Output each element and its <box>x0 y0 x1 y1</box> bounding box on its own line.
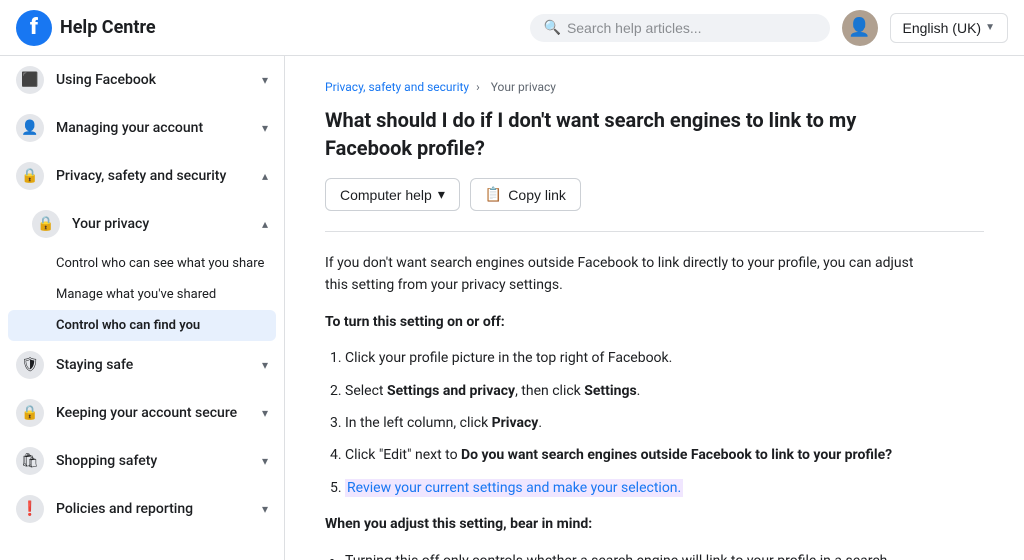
sidebar-label: Using Facebook <box>56 72 156 88</box>
list-item: Select Settings and privacy, then click … <box>345 380 925 402</box>
sidebar-item-privacy-safety[interactable]: 🔒 Privacy, safety and security ▴ <box>0 152 284 200</box>
sidebar-label: Managing your account <box>56 120 203 136</box>
chevron-right-icon: ▾ <box>262 454 268 468</box>
chevron-up-icon: ▴ <box>262 169 268 183</box>
breadcrumb-link-1[interactable]: Privacy, safety and security <box>325 80 469 94</box>
sidebar-label: Your privacy <box>72 216 149 232</box>
site-title: Help Centre <box>60 17 156 38</box>
shopping-safety-icon: 🛍 <box>16 447 44 475</box>
sidebar-item-shopping-safety[interactable]: 🛍 Shopping safety ▾ <box>0 437 284 485</box>
chevron-down-icon: ▼ <box>985 22 995 33</box>
layout: ⬛ Using Facebook ▾ 👤 Managing your accou… <box>0 56 1024 560</box>
sidebar-item-managing-account[interactable]: 👤 Managing your account ▾ <box>0 104 284 152</box>
sidebar-item-control-find[interactable]: Control who can find you <box>8 310 276 341</box>
main-content: Privacy, safety and security › Your priv… <box>285 56 1024 560</box>
content-body: If you don't want search engines outside… <box>325 252 925 560</box>
sidebar-item-staying-safe[interactable]: 🛡 Staying safe ▾ <box>0 341 284 389</box>
page-title: What should I do if I don't want search … <box>325 106 905 162</box>
staying-safe-icon: 🛡 <box>16 351 44 379</box>
action-bar: Computer help ▾ 📋 Copy link <box>325 178 984 232</box>
copy-link-label: Copy link <box>508 187 566 203</box>
chevron-right-icon: ▾ <box>262 358 268 372</box>
chevron-right-icon: ▾ <box>262 406 268 420</box>
language-label: English (UK) <box>903 20 982 36</box>
breadcrumb-separator: › <box>476 80 483 94</box>
sidebar-label: Privacy, safety and security <box>56 168 226 184</box>
list-item: In the left column, click Privacy. <box>345 412 925 434</box>
header: f Help Centre 🔍 👤 English (UK) ▼ <box>0 0 1024 56</box>
your-privacy-icon: 🔒 <box>32 210 60 238</box>
list-item: Turning this off only controls whether a… <box>345 550 925 560</box>
sidebar-label: Staying safe <box>56 357 133 373</box>
intro-text: If you don't want search engines outside… <box>325 252 925 297</box>
copy-link-icon: 📋 <box>485 186 502 203</box>
chevron-right-icon: ▾ <box>262 502 268 516</box>
turn-on-off-heading: To turn this setting on or off: <box>325 311 925 333</box>
computer-help-label: Computer help <box>340 187 432 203</box>
copy-link-button[interactable]: 📋 Copy link <box>470 178 581 211</box>
logo-link[interactable]: f Help Centre <box>16 10 156 46</box>
list-item: Review your current settings and make yo… <box>345 477 925 499</box>
sidebar-label: Shopping safety <box>56 453 157 469</box>
language-selector[interactable]: English (UK) ▼ <box>890 13 1009 43</box>
breadcrumb-link-2: Your privacy <box>491 80 556 94</box>
settings-link[interactable]: Review your current settings and make yo… <box>345 479 683 497</box>
sidebar-item-manage-shared[interactable]: Manage what you've shared <box>0 279 284 310</box>
sidebar: ⬛ Using Facebook ▾ 👤 Managing your accou… <box>0 56 285 560</box>
sidebar-item-control-see[interactable]: Control who can see what you share <box>0 248 284 279</box>
search-container: 🔍 <box>530 14 830 42</box>
steps-list: Click your profile picture in the top ri… <box>345 347 925 499</box>
keeping-secure-icon: 🔒 <box>16 399 44 427</box>
chevron-up-icon: ▴ <box>262 217 268 231</box>
chevron-right-icon: ▾ <box>262 121 268 135</box>
list-item: Click "Edit" next to Do you want search … <box>345 444 925 466</box>
managing-account-icon: 👤 <box>16 114 44 142</box>
policies-icon: ❗ <box>16 495 44 523</box>
computer-help-button[interactable]: Computer help ▾ <box>325 178 460 211</box>
privacy-icon: 🔒 <box>16 162 44 190</box>
sidebar-item-using-facebook[interactable]: ⬛ Using Facebook ▾ <box>0 56 284 104</box>
using-facebook-icon: ⬛ <box>16 66 44 94</box>
chevron-down-icon: ▾ <box>438 186 445 203</box>
bullets-list: Turning this off only controls whether a… <box>345 550 925 560</box>
breadcrumb: Privacy, safety and security › Your priv… <box>325 80 984 94</box>
chevron-right-icon: ▾ <box>262 73 268 87</box>
avatar[interactable]: 👤 <box>842 10 878 46</box>
sidebar-label: Keeping your account secure <box>56 405 237 421</box>
sidebar-label: Policies and reporting <box>56 501 193 517</box>
search-input[interactable] <box>567 20 816 36</box>
sidebar-item-keeping-secure[interactable]: 🔒 Keeping your account secure ▾ <box>0 389 284 437</box>
facebook-icon: f <box>16 10 52 46</box>
search-icon: 🔍 <box>544 20 561 36</box>
list-item: Click your profile picture in the top ri… <box>345 347 925 369</box>
sidebar-item-policies[interactable]: ❗ Policies and reporting ▾ <box>0 485 284 533</box>
bear-in-mind-heading: When you adjust this setting, bear in mi… <box>325 513 925 535</box>
sidebar-item-your-privacy[interactable]: 🔒 Your privacy ▴ <box>0 200 284 248</box>
